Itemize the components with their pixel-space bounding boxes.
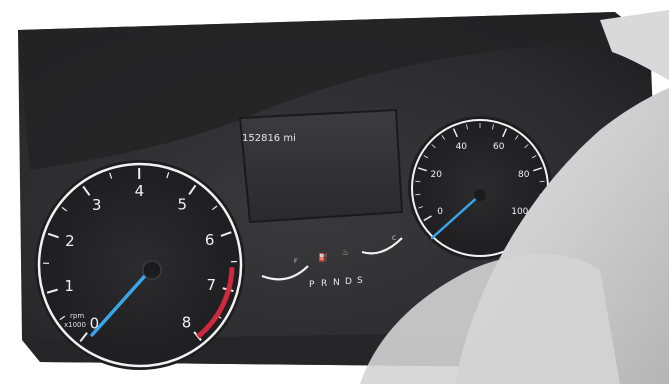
speedometer-number: 40 — [456, 142, 468, 152]
instrument-cluster-scene: 152816 mi 012345678 rpm x1000 02040 60801… — [0, 0, 669, 384]
tachometer-number: 8 — [182, 314, 192, 332]
tachometer-hub — [142, 260, 162, 280]
tachometer-unit-label: rpm — [70, 312, 84, 320]
speedometer-number: 80 — [518, 170, 530, 180]
gear-d: D — [345, 277, 352, 287]
tachometer: 012345678 rpm x1000 — [35, 160, 245, 370]
speedometer-number: 60 — [493, 142, 505, 152]
speedometer-tick — [415, 180, 421, 183]
tachometer-number: 4 — [135, 182, 145, 200]
speedometer-tick — [539, 180, 545, 183]
gear-n: N — [333, 278, 340, 288]
odometer-readout: 152816 mi — [242, 133, 296, 144]
tachometer-number: 1 — [64, 277, 74, 295]
tachometer-number: 7 — [206, 276, 216, 294]
gear-s: S — [357, 276, 363, 286]
coolant-icon: ♨ — [342, 248, 349, 257]
center-display — [238, 108, 404, 224]
speedometer-hub — [474, 189, 486, 201]
tachometer-number: 2 — [65, 232, 75, 250]
dashboard-photo: 152816 mi 012345678 rpm x1000 0 20 40 60 80 1… — [0, 0, 669, 384]
speedometer-tick — [415, 193, 421, 196]
tachometer-multiplier-label: x1000 — [64, 321, 86, 329]
tachometer-number: 5 — [178, 195, 188, 213]
gear-r: R — [321, 279, 327, 289]
fuel-gauge-label: F — [294, 258, 298, 265]
tachometer-number: 3 — [92, 196, 102, 214]
tachometer-number: 6 — [205, 231, 215, 249]
gear-p: P — [309, 280, 315, 290]
temp-gauge-label: C — [392, 235, 396, 242]
fuel-pump-icon: ⛽ — [318, 252, 328, 262]
speedometer-number: 0 — [437, 207, 443, 217]
speedometer-number: 20 — [431, 170, 443, 180]
